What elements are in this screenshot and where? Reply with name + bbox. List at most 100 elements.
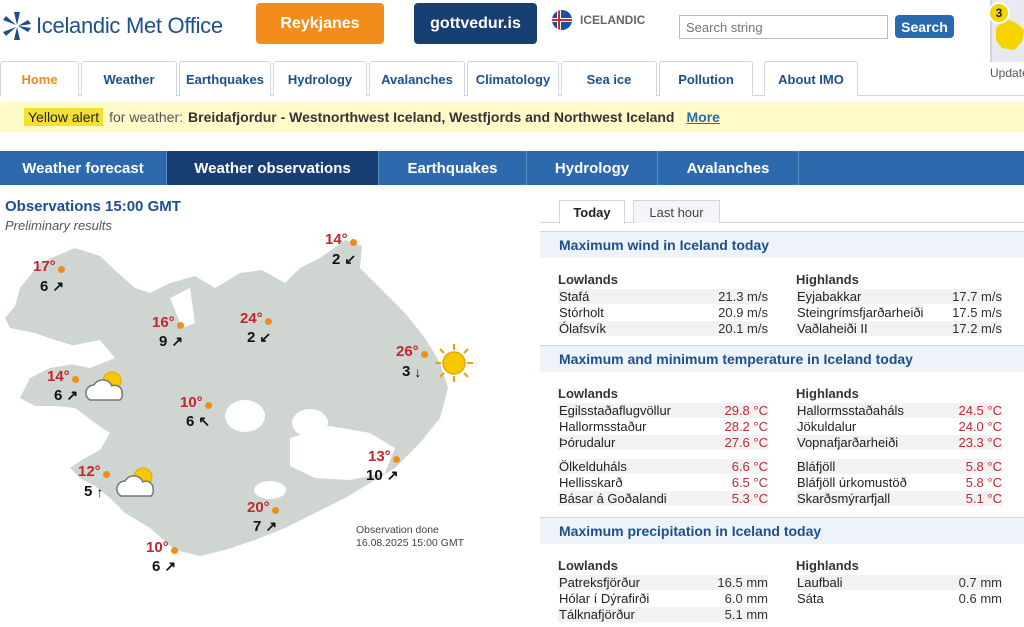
- observation-done-time: 16.08.2025 15:00 GMT: [356, 537, 464, 549]
- station-dot-icon: [71, 376, 79, 383]
- logo-text: Icelandic Met Office: [36, 13, 223, 38]
- station-temp: 14°: [325, 231, 357, 248]
- tab-weather[interactable]: Weather: [81, 61, 177, 96]
- station-temp: 12°: [78, 463, 110, 480]
- table-row: Hólar í Dýrafirði 6.0 mm: [558, 591, 768, 607]
- station-dot-icon: [170, 547, 178, 554]
- search-button[interactable]: Search: [895, 15, 954, 38]
- table-row: Hallormsstaður 28.2 °C: [558, 419, 768, 435]
- reykjanes-button[interactable]: Reykjanes: [256, 3, 384, 44]
- station-dot-icon: [57, 266, 65, 273]
- tab-hydrology[interactable]: Hydrology: [273, 61, 367, 96]
- tab-last-hour[interactable]: Last hour: [633, 200, 720, 223]
- wind-lowlands: Lowlands Stafá 21.3 m/s Stórholt 20.9 m/s …: [558, 272, 768, 337]
- wind-speed: 6: [40, 278, 49, 295]
- station-wind: 6 ↖: [186, 413, 210, 430]
- col-heading: Highlands: [796, 272, 859, 287]
- table-row: Patreksfjörður 16.5 mm: [558, 575, 768, 591]
- table-row: Stafá 21.3 m/s: [558, 289, 768, 305]
- col-heading: Highlands: [796, 386, 859, 401]
- tab-sea-ice[interactable]: Sea ice: [561, 61, 657, 96]
- wind-direction-icon: ↗: [66, 387, 79, 403]
- weather-subnav: Weather forecast Weather observations Ea…: [0, 151, 1024, 185]
- wind-speed: 3: [402, 363, 411, 380]
- gottvedur-button[interactable]: gottvedur.is: [414, 3, 537, 44]
- language-switch[interactable]: ICELANDIC: [552, 10, 645, 30]
- wind-speed: 6: [54, 387, 63, 404]
- imo-snowflake-icon: [3, 12, 31, 40]
- tab-pollution[interactable]: Pollution: [659, 61, 753, 96]
- table-row: Jökuldalur 24.0 °C: [796, 419, 1002, 435]
- station-wind: 10 ↗: [366, 467, 398, 484]
- imo-logo[interactable]: Icelandic Met Office: [0, 6, 223, 46]
- subnav-weather-forecast[interactable]: Weather forecast: [0, 151, 167, 185]
- station-dot-icon: [264, 318, 272, 325]
- tab-climatology[interactable]: Climatology: [467, 61, 559, 96]
- search-input[interactable]: [679, 15, 888, 39]
- partly-cloudy-icon: [85, 371, 123, 401]
- wind-speed: 7: [253, 518, 262, 535]
- subnav-avalanches[interactable]: Avalanches: [658, 151, 799, 185]
- subnav-weather-observations[interactable]: Weather observations: [167, 151, 379, 185]
- col-heading: Highlands: [796, 558, 859, 573]
- station-wind: 2 ↙: [332, 251, 356, 268]
- table-row: Steingrímsfjarðarheiði 17.5 m/s: [796, 305, 1002, 321]
- wind-highlands: Highlands Eyjabakkar 17.7 m/s Steingrímsf…: [796, 272, 1002, 337]
- section-max-precip: Maximum precipitation in Iceland today: [540, 517, 1024, 544]
- tab-about-imo[interactable]: About IMO: [764, 61, 858, 96]
- table-row: Básar á Goðalandi 5.3 °C: [558, 491, 768, 507]
- observation-done-note: Observation done 16.08.2025 15:00 GMT: [356, 524, 464, 550]
- wind-speed: 2: [332, 251, 341, 268]
- station-wind: 6 ↗: [54, 387, 78, 404]
- wind-speed: 9: [159, 333, 168, 350]
- col-heading: Lowlands: [558, 272, 618, 287]
- main-tabs: Home Weather Earthquakes Hydrology Avala…: [0, 61, 1024, 97]
- subnav-earthquakes[interactable]: Earthquakes: [379, 151, 527, 185]
- period-tabs: Today Last hour: [540, 200, 1024, 224]
- station-dot-icon: [349, 239, 357, 246]
- table-row: Skarðsmýrarfjall 5.1 °C: [796, 491, 1002, 507]
- glacier-langjokull: [225, 400, 265, 432]
- wind-direction-icon: ↗: [265, 518, 278, 534]
- wind-speed: 2: [247, 329, 256, 346]
- wind-direction-icon: ↗: [171, 333, 184, 349]
- table-row: Bláfjöll úrkomustöð 5.8 °C: [796, 475, 1002, 491]
- table-row: Eyjabakkar 17.7 m/s: [796, 289, 1002, 305]
- observation-done-label: Observation done: [356, 524, 439, 536]
- table-row: Þórudalur 27.6 °C: [558, 435, 768, 451]
- station-temp: 14°: [47, 368, 79, 385]
- table-row: Hellisskarð 6.5 °C: [558, 475, 768, 491]
- station-wind: 2 ↙: [247, 329, 271, 346]
- sun-icon: [435, 344, 473, 382]
- table-row: Vopnafjarðarheiði 23.3 °C: [796, 435, 1002, 451]
- table-row: Egilsstaðaflugvöllur 29.8 °C: [558, 403, 768, 419]
- station-temp: 17°: [33, 258, 65, 275]
- wind-direction-icon: ↗: [386, 467, 399, 483]
- table-row: Sáta 0.6 mm: [796, 591, 1002, 607]
- table-row: Vaðlaheiði II 17.2 m/s: [796, 321, 1002, 337]
- wind-speed: 6: [152, 558, 161, 575]
- station-temp: 13°: [368, 448, 400, 465]
- temp-lowlands: Lowlands Egilsstaðaflugvöllur 29.8 °C Hal…: [558, 386, 768, 507]
- tab-earthquakes[interactable]: Earthquakes: [179, 61, 271, 96]
- col-heading: Lowlands: [558, 558, 618, 573]
- precip-lowlands: Lowlands Patreksfjörður 16.5 mm Hólar í D…: [558, 558, 768, 623]
- alert-more-link[interactable]: More: [686, 109, 719, 125]
- station-dot-icon: [204, 402, 212, 409]
- station-dot-icon: [176, 322, 184, 329]
- partly-cloudy-icon: [116, 467, 154, 497]
- tab-avalanches[interactable]: Avalanches: [369, 61, 465, 96]
- wind-direction-icon: ↙: [344, 251, 357, 267]
- station-temp: 24°: [240, 310, 272, 327]
- tab-today[interactable]: Today: [559, 200, 625, 224]
- wind-direction-icon: ↙: [259, 329, 272, 345]
- subnav-hydrology[interactable]: Hydrology: [527, 151, 658, 185]
- wind-direction-icon: ↗: [164, 558, 177, 574]
- wind-direction-icon: ↖: [198, 413, 211, 429]
- alert-area: Breidafjordur - Westnorthwest Iceland, W…: [188, 109, 675, 125]
- section-max-wind: Maximum wind in Iceland today: [540, 231, 1024, 258]
- table-row: Stórholt 20.9 m/s: [558, 305, 768, 321]
- station-dot-icon: [420, 351, 428, 358]
- tab-home[interactable]: Home: [0, 61, 79, 97]
- temp-highlands: Highlands Hallormsstaðaháls 24.5 °C Jökul…: [796, 386, 1002, 507]
